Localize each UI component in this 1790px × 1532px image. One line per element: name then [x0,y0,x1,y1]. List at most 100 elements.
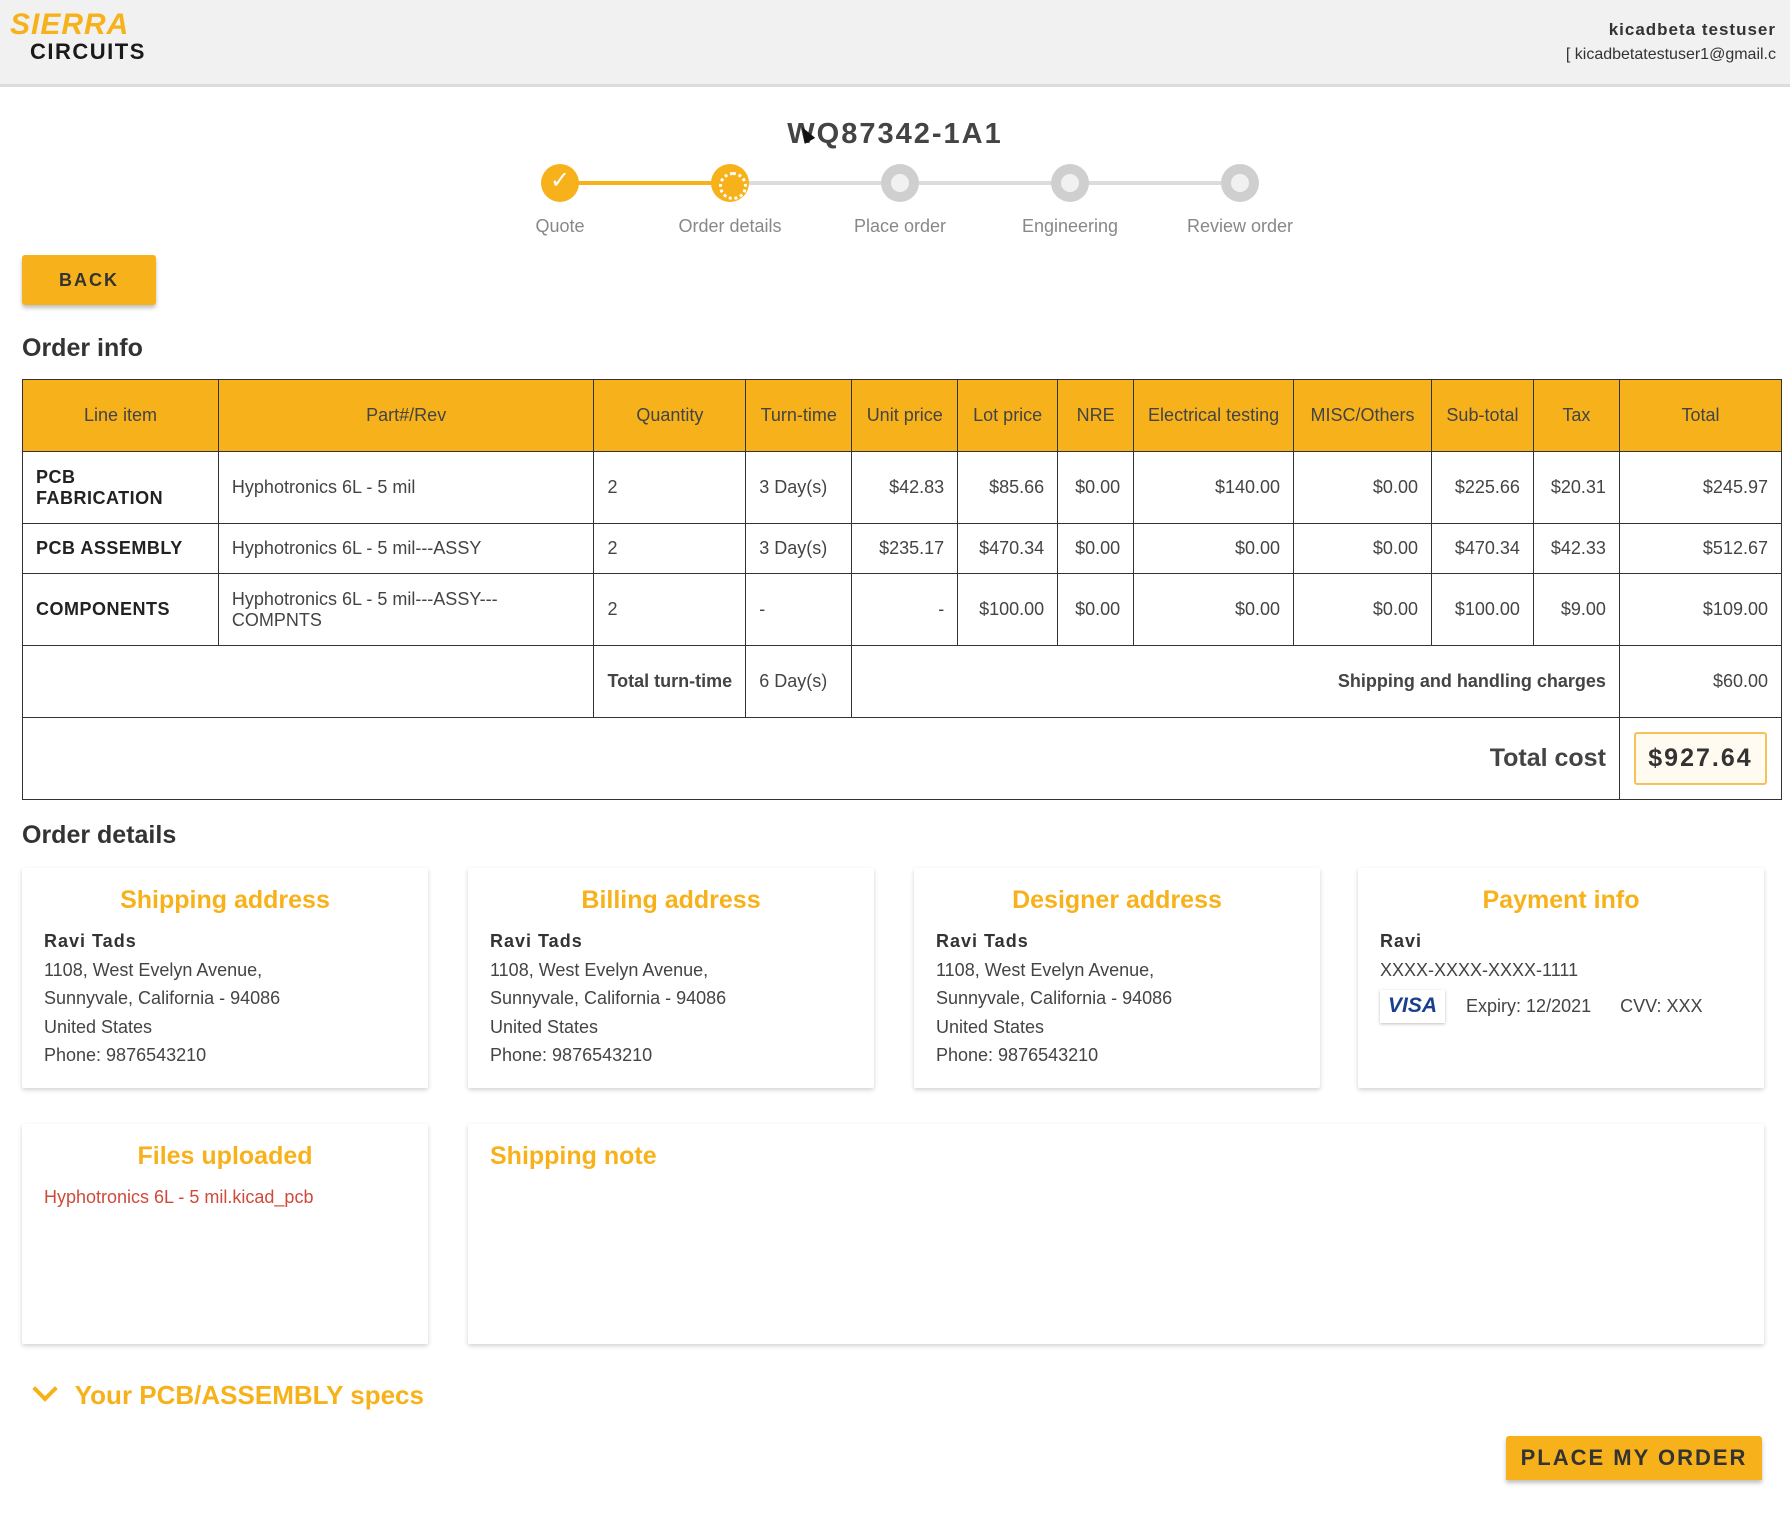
cell-total: $109.00 [1618,573,1783,646]
cell-quantity: 2 [593,523,747,574]
step-label: Order details [678,216,782,236]
card-cvv: CVV: XXX [1620,996,1703,1016]
place-my-order-button[interactable]: PLACE MY ORDER [1506,1436,1762,1480]
back-button[interactable]: BACK [22,255,156,305]
order-info-table: Line item Part#/Rev Quantity Turn-time U… [21,379,1783,800]
cell-misc: $0.00 [1293,451,1432,524]
card-expiry: Expiry: 12/2021 [1466,996,1592,1016]
cell-line-item: COMPONENTS [22,573,219,646]
card-title: Files uploaded [137,1142,313,1170]
step-pending-dot [1051,164,1089,202]
address-line: Sunnyvale, California - 94086 [936,988,1173,1008]
cell-unit-price: $235.17 [851,523,959,574]
card-meta: VISA Expiry: 12/2021 CVV: XXX [1380,990,1742,1023]
cell-misc: $0.00 [1293,523,1432,574]
col-header: Total [1618,379,1783,452]
step-place-order[interactable]: Place order [810,164,990,237]
user-info: kicadbeta testuser [ kicadbetatestuser1@… [1566,20,1776,64]
quote-id: WQ87342-1A1 [787,118,1003,150]
card-title: Payment info [1482,886,1640,914]
table-row: COMPONENTS Hyphotronics 6L - 5 mil---ASS… [22,573,1783,646]
cell-tax: $9.00 [1532,573,1620,646]
col-header: Quantity [593,379,747,452]
cell-unit-price: $42.83 [851,451,959,524]
cell-nre: $0.00 [1057,523,1135,574]
col-header: Turn-time [745,379,853,452]
payment-info-card: Payment info Ravi XXXX-XXXX-XXXX-1111 VI… [1358,868,1764,1088]
step-order-details[interactable]: Order details [640,164,820,237]
cell-electrical-testing: $0.00 [1133,573,1295,646]
total-turn-time-label: Total turn-time [593,645,747,718]
address-phone: Phone: 9876543210 [936,1045,1099,1065]
pcb-assembly-specs-toggle[interactable]: Your PCB/ASSEMBLY specs [32,1376,424,1411]
shipping-address-card: Shipping address Ravi Tads 1108, West Ev… [22,868,428,1088]
files-uploaded-card: Files uploaded Hyphotronics 6L - 5 mil.k… [22,1124,428,1344]
table-row: PCB ASSEMBLY Hyphotronics 6L - 5 mil---A… [22,523,1783,574]
chevron-down-icon [32,1376,58,1402]
uploaded-file-link[interactable]: Hyphotronics 6L - 5 mil.kicad_pcb [44,1187,313,1207]
address-country: United States [936,1016,1045,1037]
col-header: Lot price [957,379,1059,452]
cell-lot-price: $85.66 [957,451,1059,524]
order-details-title: Order details [22,821,177,849]
card-title: Shipping address [120,886,330,914]
billing-address-card: Billing address Ravi Tads 1108, West Eve… [468,868,874,1088]
col-header: Line item [22,379,219,452]
col-header: Unit price [851,379,959,452]
address-line: Sunnyvale, California - 94086 [44,988,281,1008]
step-quote[interactable]: ✓ Quote [470,164,650,237]
step-engineering[interactable]: Engineering [980,164,1160,237]
step-quote-dot: ✓ [541,164,579,202]
address-name: Ravi Tads [490,931,583,951]
cell-quantity: 2 [593,451,747,524]
designer-address-card: Designer address Ravi Tads 1108, West Ev… [914,868,1320,1088]
table-header-row: Line item Part#/Rev Quantity Turn-time U… [22,379,1783,452]
address-country: United States [490,1016,599,1037]
visa-icon: VISA [1380,990,1446,1023]
cell-electrical-testing: $140.00 [1133,451,1295,524]
cell-tax: $20.31 [1532,451,1620,524]
cell-quantity: 2 [593,573,747,646]
col-header: Part#/Rev [217,379,595,452]
cell-total: $512.67 [1618,523,1783,574]
order-stepper: ✓ Quote Order details Place order Engine… [520,164,1320,244]
step-label: Engineering [1021,216,1119,236]
cell-nre: $0.00 [1057,573,1135,646]
step-pending-dot [1221,164,1259,202]
table-summary-row: Total turn-time 6 Day(s) Shipping and ha… [21,645,1783,718]
cell-subtotal: $470.34 [1430,523,1534,574]
card-title: Designer address [1012,886,1222,914]
col-header: Electrical testing [1133,379,1295,452]
top-bar: SIERRA CIRCUITS kicadbeta testuser [ kic… [0,0,1790,87]
col-header: Sub-total [1430,379,1534,452]
col-header: MISC/Others [1293,379,1432,452]
user-email: [ kicadbetatestuser1@gmail.c [1565,46,1776,63]
cell-electrical-testing: $0.00 [1133,523,1295,574]
total-cost-value: $927.64 [1634,732,1767,785]
total-turn-time-value: 6 Day(s) [745,645,853,718]
cell-line-item: PCB ASSEMBLY [22,523,219,574]
logo-top-text: SIERRA [10,8,130,41]
step-pending-dot [881,164,919,202]
step-review-order[interactable]: Review order [1150,164,1330,237]
cell-turn-time: 3 Day(s) [745,451,853,524]
col-header: Tax [1532,379,1620,452]
card-number: XXXX-XXXX-XXXX-1111 [1380,959,1579,980]
cell-unit-price: - [851,573,959,646]
cell-tax: $42.33 [1532,523,1620,574]
address-line: Sunnyvale, California - 94086 [490,988,727,1008]
card-holder-name: Ravi [1380,931,1423,951]
card-title: Shipping note [490,1142,657,1170]
order-info-title: Order info [22,334,143,362]
card-title: Billing address [581,886,761,914]
logo-bottom-text: CIRCUITS [30,39,146,64]
address-phone: Phone: 9876543210 [490,1045,653,1065]
sierra-circuits-logo[interactable]: SIERRA CIRCUITS [10,10,160,70]
address-name: Ravi Tads [44,931,137,951]
cell-part: Hyphotronics 6L - 5 mil [217,451,595,524]
address-name: Ravi Tads [936,931,1029,951]
cell-turn-time: 3 Day(s) [745,523,853,574]
address-line: 1108, West Evelyn Avenue, [44,959,263,980]
cell-lot-price: $100.00 [957,573,1059,646]
address-line: 1108, West Evelyn Avenue, [936,959,1155,980]
